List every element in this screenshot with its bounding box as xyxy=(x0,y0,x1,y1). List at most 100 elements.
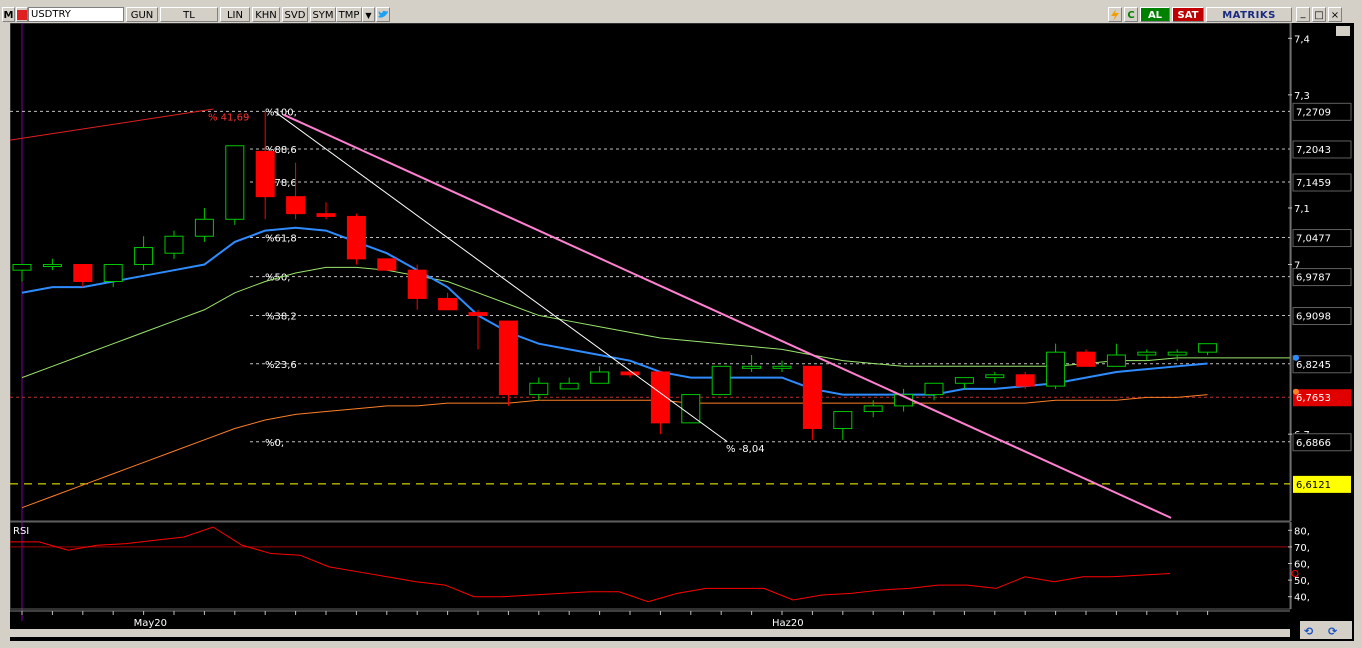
candle-body xyxy=(498,320,518,396)
dropdown-arrow-icon[interactable]: ▼ xyxy=(362,7,375,22)
sell-button[interactable]: SAT xyxy=(1172,7,1204,22)
candle-body xyxy=(985,374,1005,379)
ma-marker-dot xyxy=(1293,354,1299,361)
matriks-logo: MATRIKS xyxy=(1206,7,1292,22)
candle-body xyxy=(954,377,974,384)
price-tick-label: 7,3 xyxy=(1294,91,1310,102)
candle-body xyxy=(742,365,762,369)
percent-change-label: % -8,04 xyxy=(726,444,765,455)
level-label: 6,6866 xyxy=(1296,438,1331,449)
candle-body xyxy=(1046,351,1066,387)
fib-label: %61,8 xyxy=(265,234,297,245)
rsi-tick-label: 50, xyxy=(1294,576,1310,587)
candle-body xyxy=(377,258,397,271)
rsi-panel: RSI 80, 70, 60, 50, 40, xyxy=(9,521,1310,610)
pink-trendline xyxy=(283,113,1172,519)
fib-label: %0, xyxy=(265,438,284,449)
candle-body xyxy=(1015,374,1035,387)
candle-body xyxy=(316,213,336,217)
candle-body xyxy=(620,371,640,376)
chart-toolbar: M USDTRY GUN TL LIN KHN SVD SYM TMP ▼ C … xyxy=(0,6,1362,24)
rsi-tick-label: 60, xyxy=(1294,560,1310,571)
candle-body xyxy=(225,145,245,220)
rsi-tick-label: 70, xyxy=(1294,543,1310,554)
price-chart[interactable]: %100,%88,6%78,6%61,8%50,%38,2%23,6%0, % … xyxy=(9,22,1354,641)
rsi-title: RSI xyxy=(13,526,29,537)
toolbar-button-gun[interactable]: GUN xyxy=(126,7,158,22)
percent-change-label: % 41,69 xyxy=(208,112,249,123)
toolbar-button-khn[interactable]: KHN xyxy=(252,7,280,22)
maximize-button[interactable]: □ xyxy=(1312,7,1326,22)
candle-body xyxy=(772,365,792,369)
candle-body xyxy=(346,215,366,260)
level-label: 6,9787 xyxy=(1296,273,1331,284)
symbol-input[interactable]: USDTRY xyxy=(28,7,124,22)
level-lines: %100,%88,6%78,6%61,8%50,%38,2%23,6%0, xyxy=(10,107,1290,485)
candlestick-series xyxy=(12,111,1218,440)
price-panel-border xyxy=(9,22,1291,522)
toolbar-button-tl[interactable]: TL xyxy=(160,7,218,22)
candle-body xyxy=(1137,351,1157,356)
candle-body xyxy=(1167,351,1187,356)
level-label: 6,6121 xyxy=(1296,480,1331,491)
ma-marker-dot xyxy=(1293,388,1299,395)
ma-mid-line xyxy=(21,266,1208,379)
lightning-icon[interactable] xyxy=(1108,7,1122,22)
candle-body xyxy=(438,297,458,311)
candle-body xyxy=(529,382,549,396)
candle-body xyxy=(1106,354,1126,367)
level-label: 7,2709 xyxy=(1296,107,1331,118)
panel-toggle-icon xyxy=(1336,26,1350,36)
candle-body xyxy=(924,382,944,396)
zoom-icon: ⟳ xyxy=(1328,625,1338,638)
moving-averages xyxy=(21,226,1290,509)
zoom-icon: ⟲ xyxy=(1304,625,1313,638)
price-axis: 7,47,37,176,77,27097,20437,14597,04776,9… xyxy=(1288,23,1352,521)
toolbar-button-sym[interactable]: SYM xyxy=(310,7,336,22)
candle-body xyxy=(42,264,62,268)
candle-body xyxy=(802,365,822,430)
candle-body xyxy=(103,264,123,282)
candle-body xyxy=(833,411,853,430)
level-label: 7,0477 xyxy=(1296,234,1331,245)
candle-body xyxy=(194,218,214,237)
rsi-tick-label: 80, xyxy=(1294,526,1310,537)
candle-body xyxy=(590,371,610,384)
ma-slow-line xyxy=(21,394,1208,509)
candle-body xyxy=(255,150,275,198)
horizontal-scrollbar xyxy=(10,629,1290,637)
time-axis: May20 Haz20 ⟲ ⟳ xyxy=(10,610,1352,639)
level-label: 7,2043 xyxy=(1296,145,1331,156)
c-button[interactable]: C xyxy=(1124,7,1138,22)
candle-body xyxy=(73,264,93,282)
color-swatch-icon[interactable] xyxy=(16,7,28,22)
level-label: 7,1459 xyxy=(1296,178,1331,189)
candle-body xyxy=(559,382,579,390)
candle-body xyxy=(711,365,731,396)
twitter-icon[interactable] xyxy=(376,7,390,22)
price-tick-label: 7,1 xyxy=(1294,204,1310,215)
toolbar-button-svd[interactable]: SVD xyxy=(282,7,308,22)
candle-body xyxy=(468,312,488,316)
level-label: 6,9098 xyxy=(1296,312,1331,323)
chart-drawings: % 41,69 % -8,04 xyxy=(9,108,1172,519)
buy-button[interactable]: AL xyxy=(1140,7,1170,22)
chart-area[interactable]: %100, %88,6 %78,6 %61,8 %50, %38,2 %23,6 %0, % … xyxy=(9,22,1354,641)
price-tick-label: 7,4 xyxy=(1294,34,1310,45)
level-label: 6,7653 xyxy=(1296,393,1331,404)
minimize-button[interactable]: _ xyxy=(1296,7,1310,22)
rsi-panel-border xyxy=(9,521,1291,610)
candle-body xyxy=(863,405,883,413)
candle-body xyxy=(134,247,154,266)
m-button[interactable]: M xyxy=(2,7,15,22)
toolbar-button-tmp[interactable]: TMP xyxy=(336,7,362,22)
candle-body xyxy=(286,196,306,215)
level-label: 6,8245 xyxy=(1296,360,1331,371)
close-button[interactable]: × xyxy=(1328,7,1342,22)
red-trendline xyxy=(9,108,214,141)
candle-body xyxy=(164,235,184,254)
fib-label: %23,6 xyxy=(265,360,297,371)
toolbar-button-lin[interactable]: LIN xyxy=(220,7,250,22)
time-label: May20 xyxy=(134,618,167,629)
candle-body xyxy=(1076,351,1096,367)
